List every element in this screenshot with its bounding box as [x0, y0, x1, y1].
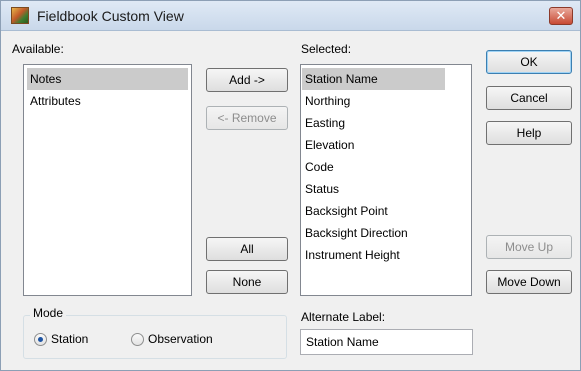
none-button[interactable]: None	[206, 270, 288, 294]
observation-radio[interactable]	[131, 333, 144, 346]
selected-label: Selected:	[301, 42, 352, 56]
help-button[interactable]: Help	[486, 121, 572, 145]
available-listbox[interactable]: Notes Attributes	[23, 64, 192, 296]
window-title: Fieldbook Custom View	[37, 8, 184, 24]
available-label: Available:	[12, 42, 64, 56]
list-item[interactable]: Attributes	[27, 90, 188, 112]
fieldbook-custom-view-dialog: Fieldbook Custom View ✕ Available: Notes…	[0, 0, 581, 371]
list-item[interactable]: Elevation	[302, 134, 470, 156]
move-down-button[interactable]: Move Down	[486, 270, 572, 294]
list-item[interactable]: Station Name	[302, 68, 445, 90]
cancel-button[interactable]: Cancel	[486, 86, 572, 110]
move-up-button[interactable]: Move Up	[486, 235, 572, 259]
list-item[interactable]: Easting	[302, 112, 470, 134]
observation-radio-label[interactable]: Observation	[148, 332, 213, 346]
list-item[interactable]: Status	[302, 178, 470, 200]
station-radio[interactable]	[34, 333, 47, 346]
list-item[interactable]: Instrument Height	[302, 244, 470, 266]
list-item[interactable]: Backsight Direction	[302, 222, 470, 244]
selected-listbox[interactable]: Station Name Northing Easting Elevation …	[300, 64, 472, 296]
remove-button[interactable]: <- Remove	[206, 106, 288, 130]
ok-button[interactable]: OK	[486, 50, 572, 74]
alternate-label-caption: Alternate Label:	[301, 310, 386, 324]
add-button[interactable]: Add ->	[206, 68, 288, 92]
title-bar: Fieldbook Custom View ✕	[1, 1, 580, 31]
fieldbook-app-icon	[11, 7, 29, 24]
list-item[interactable]: Code	[302, 156, 470, 178]
list-item[interactable]: Notes	[27, 68, 188, 90]
all-button[interactable]: All	[206, 237, 288, 261]
list-item[interactable]: Northing	[302, 90, 470, 112]
mode-group-title: Mode	[30, 306, 67, 320]
station-radio-label[interactable]: Station	[51, 332, 88, 346]
alternate-label-input[interactable]: Station Name	[300, 329, 473, 355]
close-icon[interactable]: ✕	[549, 7, 573, 25]
list-item[interactable]: Backsight Point	[302, 200, 470, 222]
